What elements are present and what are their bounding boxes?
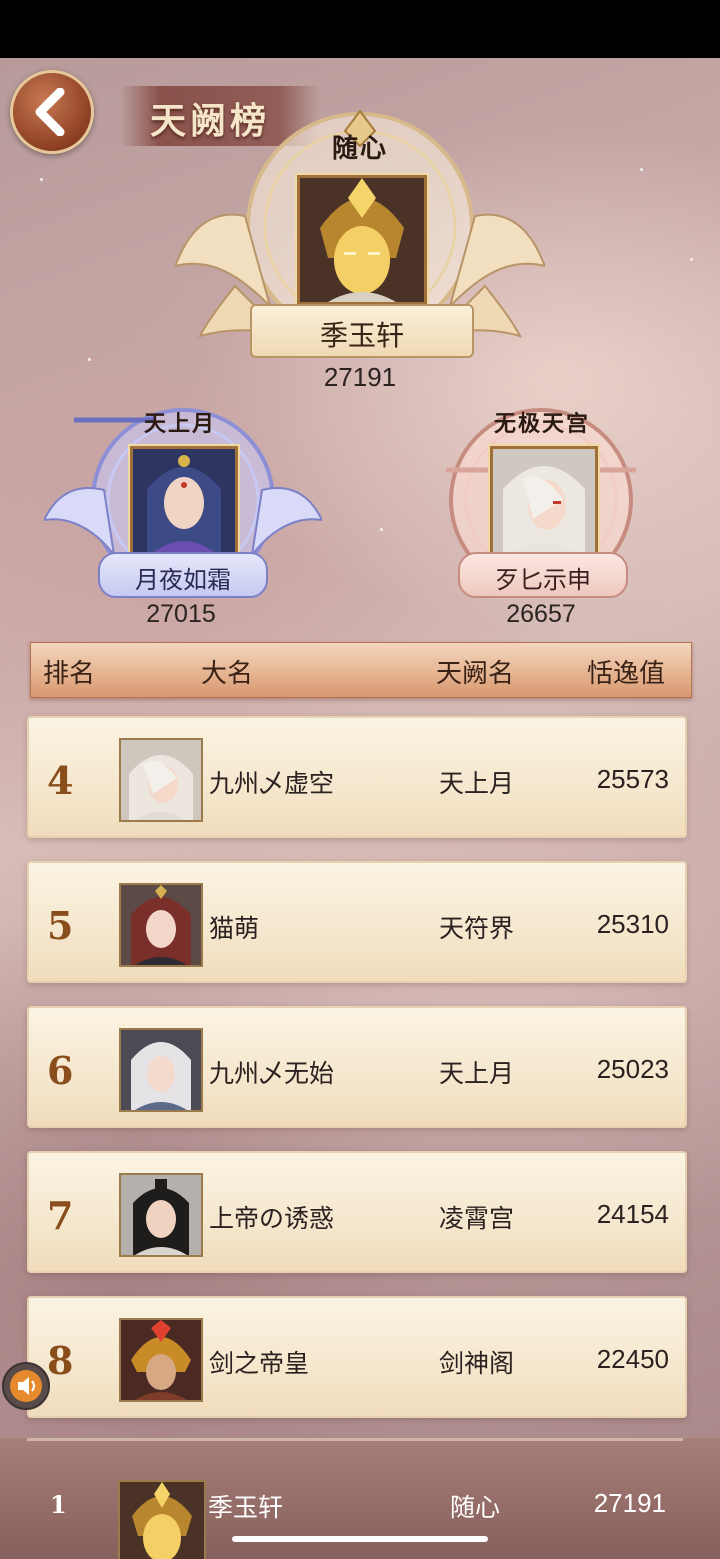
row-name: 九州乄虚空 bbox=[209, 770, 335, 798]
first-place-score: 27191 bbox=[323, 362, 397, 392]
header-rank: 排名 bbox=[43, 658, 96, 688]
chevron-left-icon bbox=[35, 88, 65, 136]
back-button[interactable] bbox=[10, 70, 94, 154]
header-guild: 天阙名 bbox=[436, 658, 515, 688]
row-name: 剑之帝皇 bbox=[209, 1350, 310, 1378]
row-guild: 凌霄宫 bbox=[439, 1205, 515, 1233]
row-avatar[interactable] bbox=[119, 1028, 203, 1112]
row-avatar[interactable] bbox=[119, 738, 203, 822]
row-rank: 4 bbox=[47, 758, 74, 803]
first-place-avatar[interactable] bbox=[297, 175, 427, 305]
my-guild: 随心 bbox=[450, 1494, 501, 1522]
second-place-name: 月夜如霜 bbox=[135, 567, 231, 594]
header-name: 大名 bbox=[201, 658, 254, 688]
first-place-guild: 随心 bbox=[331, 134, 388, 164]
table-row[interactable]: 6 九州乄无始 天上月 25023 bbox=[27, 1006, 687, 1128]
my-score: 27191 bbox=[593, 1488, 666, 1518]
screen: 天阙榜 随心 季玉轩 27191 天上月 月夜如霜 27015 无极天宫 歹匕示… bbox=[0, 0, 720, 1559]
speaker-icon bbox=[10, 1370, 42, 1402]
row-score: 25310 bbox=[596, 909, 669, 939]
divider bbox=[27, 1438, 683, 1441]
row-guild: 天上月 bbox=[439, 1060, 515, 1088]
first-place-name-plate: 季玉轩 bbox=[250, 304, 474, 358]
third-place-name-plate: 歹匕示申 bbox=[458, 552, 628, 598]
row-score: 24154 bbox=[596, 1199, 669, 1229]
my-rank: 1 bbox=[50, 1490, 67, 1519]
row-guild: 剑神阁 bbox=[439, 1350, 515, 1378]
row-avatar[interactable] bbox=[119, 1173, 203, 1257]
table-row[interactable]: 4 九州乄虚空 天上月 25573 bbox=[27, 716, 687, 838]
row-rank: 8 bbox=[47, 1338, 74, 1383]
header-score: 恬逸值 bbox=[587, 658, 666, 688]
table-row[interactable]: 8 剑之帝皇 剑神阁 22450 bbox=[27, 1296, 687, 1418]
character-portrait-icon bbox=[121, 1175, 201, 1255]
row-score: 22450 bbox=[596, 1344, 669, 1374]
row-name: 上帝の诱惑 bbox=[209, 1205, 335, 1233]
third-place-avatar[interactable] bbox=[490, 446, 598, 556]
character-portrait-icon bbox=[133, 449, 235, 553]
sound-button[interactable] bbox=[2, 1362, 50, 1410]
second-place-name-plate: 月夜如霜 bbox=[98, 552, 268, 598]
character-portrait-icon bbox=[121, 740, 201, 820]
character-portrait-icon bbox=[300, 178, 424, 302]
character-portrait-icon bbox=[121, 885, 201, 965]
leaderboard-page: 天阙榜 随心 季玉轩 27191 天上月 月夜如霜 27015 无极天宫 歹匕示… bbox=[0, 58, 720, 1559]
ranking-table-header: 排名 大名 天阙名 恬逸值 bbox=[30, 642, 692, 698]
row-rank: 7 bbox=[47, 1193, 74, 1238]
row-guild: 天上月 bbox=[439, 770, 515, 798]
decor-star bbox=[640, 168, 643, 171]
second-place-avatar[interactable] bbox=[130, 446, 238, 556]
decor-star bbox=[690, 258, 693, 261]
character-portrait-icon bbox=[121, 1320, 201, 1400]
decor-star bbox=[380, 528, 383, 531]
table-row[interactable]: 5 猫萌 天符界 25310 bbox=[27, 861, 687, 983]
decor-star bbox=[88, 358, 91, 361]
row-rank: 6 bbox=[47, 1048, 74, 1093]
my-avatar[interactable] bbox=[118, 1480, 206, 1559]
row-name: 九州乄无始 bbox=[209, 1060, 335, 1088]
row-avatar[interactable] bbox=[119, 883, 203, 967]
my-name: 季玉轩 bbox=[208, 1494, 284, 1522]
character-portrait-icon bbox=[121, 1030, 201, 1110]
home-indicator[interactable] bbox=[232, 1536, 488, 1542]
row-avatar[interactable] bbox=[119, 1318, 203, 1402]
third-place-name: 歹匕示申 bbox=[495, 567, 591, 594]
character-portrait-icon bbox=[120, 1482, 204, 1559]
third-place-guild: 无极天宫 bbox=[493, 411, 590, 437]
row-score: 25573 bbox=[596, 764, 669, 794]
second-place-guild: 天上月 bbox=[143, 411, 216, 437]
decor-star bbox=[40, 178, 43, 181]
second-place-score: 27015 bbox=[146, 600, 216, 628]
row-score: 25023 bbox=[596, 1054, 669, 1084]
third-place-score: 26657 bbox=[506, 600, 576, 628]
character-portrait-icon bbox=[493, 449, 595, 553]
row-guild: 天符界 bbox=[439, 915, 515, 943]
row-rank: 5 bbox=[47, 903, 74, 948]
table-row[interactable]: 7 上帝の诱惑 凌霄宫 24154 bbox=[27, 1151, 687, 1273]
row-name: 猫萌 bbox=[209, 915, 260, 943]
first-place-name: 季玉轩 bbox=[319, 320, 404, 351]
